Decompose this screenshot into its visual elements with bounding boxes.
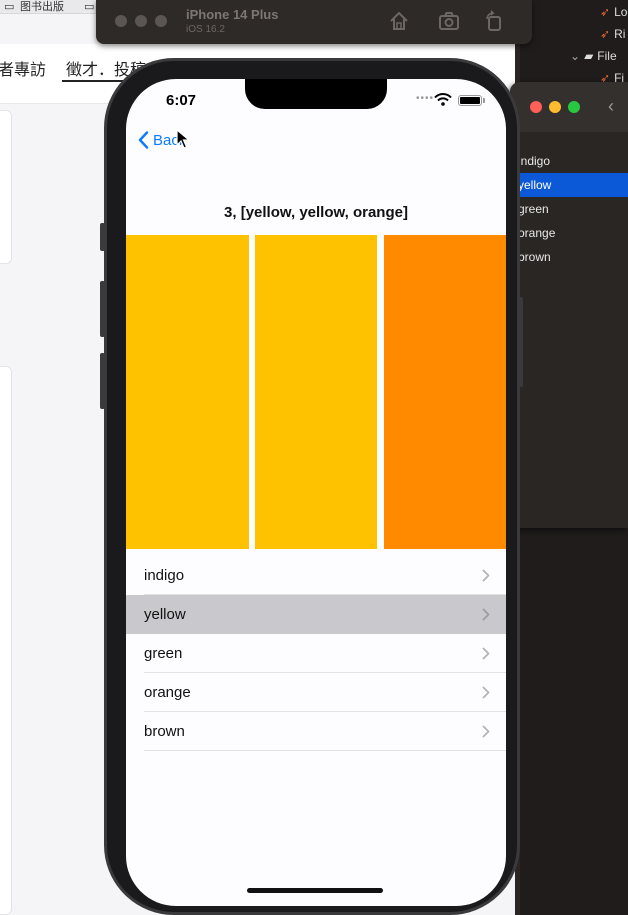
folder-icon: ▰: [584, 49, 594, 63]
list-item-label: indigo: [144, 567, 185, 584]
xcode-file-item[interactable]: ➶ Lo: [600, 5, 627, 19]
bookmark-label[interactable]: 图书出版: [20, 0, 64, 14]
iphone-frame: 6:07 •••• Back 3, [yellow, yellow, orang…: [100, 58, 523, 915]
chevron-left-icon[interactable]: ‹: [608, 96, 614, 117]
silent-switch: [100, 223, 105, 251]
preview-list-item[interactable]: orange: [510, 221, 628, 245]
xcode-folder-item[interactable]: ⌄ ▰ File: [570, 49, 617, 63]
swift-file-icon: ➶: [600, 5, 611, 19]
chevron-right-icon: [482, 608, 490, 621]
content-card: [0, 366, 12, 915]
row-separator: [144, 750, 506, 751]
zoom-window-button[interactable]: [155, 15, 167, 27]
disclosure-chevron-icon: ⌄: [570, 49, 581, 63]
chevron-right-icon: [482, 725, 490, 738]
minimize-window-button[interactable]: [135, 15, 147, 27]
list-item-label: orange: [144, 684, 191, 701]
home-indicator[interactable]: [247, 888, 383, 893]
content-card: [0, 110, 12, 264]
zoom-window-button[interactable]: [568, 101, 580, 113]
folder-icon: ▭: [4, 1, 15, 13]
volume-down-button: [100, 353, 105, 409]
preview-window: ‹ indigo yellow green orange brown: [510, 82, 628, 528]
status-time: 6:07: [166, 92, 197, 109]
chevron-right-icon: [482, 686, 490, 699]
folder-icon: ▭: [84, 1, 95, 13]
close-window-button[interactable]: [115, 15, 127, 27]
wifi-icon: [434, 93, 452, 106]
list-item-label: brown: [144, 723, 185, 740]
color-swatch-yellow: [126, 235, 249, 549]
cellular-signal-icon: ••••: [416, 93, 435, 104]
list-item-green[interactable]: green: [126, 634, 506, 673]
list-item-orange[interactable]: orange: [126, 673, 506, 712]
preview-list-item[interactable]: brown: [510, 245, 628, 269]
chevron-right-icon: [482, 647, 490, 660]
preview-list-item[interactable]: indigo: [510, 149, 628, 173]
home-icon[interactable]: [388, 10, 410, 32]
list-item-brown[interactable]: brown: [126, 712, 506, 751]
color-swatch-yellow: [255, 235, 377, 549]
swift-file-icon: ➶: [600, 27, 611, 41]
phone-screen: 6:07 •••• Back 3, [yellow, yellow, orang…: [126, 79, 506, 906]
simulator-os-version: iOS 16.2: [186, 24, 225, 35]
list-item-indigo[interactable]: indigo: [126, 556, 506, 595]
power-button: [518, 297, 523, 387]
list-item-label: green: [144, 645, 183, 662]
list-item-label: yellow: [144, 606, 186, 623]
dynamic-notch: [245, 79, 387, 109]
close-window-button[interactable]: [530, 101, 542, 113]
battery-cap: [483, 98, 485, 103]
simulator-device-name: iPhone 14 Plus: [186, 7, 279, 22]
preview-list-item[interactable]: green: [510, 197, 628, 221]
mouse-cursor-icon: [176, 129, 190, 149]
xcode-file-item[interactable]: ➶ Ri: [600, 27, 625, 41]
color-swatch-orange: [384, 235, 506, 549]
chevron-left-icon: [138, 131, 149, 149]
color-list: indigo yellow green orange brown: [126, 556, 506, 751]
chevron-right-icon: [482, 569, 490, 582]
simulator-titlebar: iPhone 14 Plus iOS 16.2: [96, 0, 532, 44]
preview-titlebar: ‹: [510, 82, 628, 132]
battery-icon: [458, 95, 482, 106]
minimize-window-button[interactable]: [549, 101, 561, 113]
screenshot-icon[interactable]: [438, 10, 460, 32]
selection-title: 3, [yellow, yellow, orange]: [224, 204, 408, 221]
rotate-icon[interactable]: [483, 10, 505, 32]
list-item-yellow[interactable]: yellow: [126, 595, 506, 634]
preview-list-item-selected[interactable]: yellow: [510, 173, 628, 197]
nav-item-interview[interactable]: 者專訪: [0, 56, 46, 80]
volume-up-button: [100, 281, 105, 337]
